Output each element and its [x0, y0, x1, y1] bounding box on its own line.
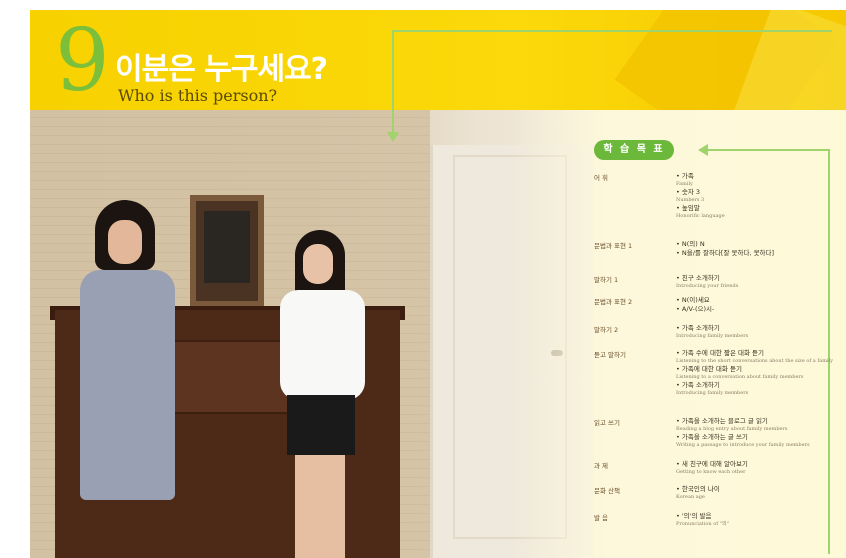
goal-row: 문법과 표현 2 • N(이)세요 • A/V-(으)시- — [594, 296, 839, 314]
goal-item-korean: • N(이)세요 — [676, 296, 710, 304]
goal-items: • 가족 소개하기 Introducing family members — [676, 324, 839, 340]
goal-row: 어 휘 • 가족 Family • 숫자 3 Numbers 3 • 높임말 Honorif… — [594, 172, 839, 220]
goal-category: 말하기 2 — [594, 326, 619, 334]
goal-item-korean: • 새 친구에 대해 알아보기 — [676, 460, 748, 468]
goal-category: 문법과 표현 1 — [594, 242, 633, 250]
chapter-title-korean: 이분은 누구세요? — [115, 52, 328, 87]
arrow-down-icon — [387, 132, 399, 142]
photo-shorts — [287, 395, 355, 455]
page-top-margin — [0, 0, 846, 10]
photo-dress — [80, 270, 175, 500]
photo-portrait-image — [204, 211, 250, 283]
goal-item-korean: • 가족에 대한 대화 듣기 — [676, 365, 742, 373]
page-left-margin — [0, 0, 30, 558]
goal-item-korean: • A/V-(으)시- — [676, 305, 715, 313]
goal-items: • 새 친구에 대해 알아보기 Getting to know each othe… — [676, 460, 839, 476]
photo-face — [303, 244, 333, 284]
goal-row: 듣고 말하기 • 가족 수에 대한 짧은 대화 듣기 Listening to th… — [594, 349, 839, 397]
goal-item-korean: • 가족 — [676, 172, 694, 180]
goal-item-english: Writing a passage to introduce your fami… — [676, 442, 810, 448]
goal-item-english: Pronunciation of "의" — [676, 521, 729, 527]
goal-item-english: Introducing family members — [676, 390, 749, 396]
goal-item-english: Getting to know each other — [676, 469, 746, 475]
goal-item-english: Family — [676, 181, 693, 187]
goal-category: 어 휘 — [594, 174, 609, 182]
photo-woman-right — [265, 230, 375, 558]
goal-item-korean: • 가족 소개하기 — [676, 324, 720, 332]
goal-items: • 가족 Family • 숫자 3 Numbers 3 • 높임말 Honorific … — [676, 172, 839, 220]
arrow-line — [392, 30, 394, 134]
goal-items: • '의'의 발음 Pronunciation of "의" — [676, 512, 839, 528]
goal-items: • 가족 수에 대한 짧은 대화 듣기 Listening to the shor… — [676, 349, 839, 397]
photo-family-portrait — [190, 195, 264, 307]
goal-row: 말하기 2 • 가족 소개하기 Introducing family members — [594, 324, 839, 340]
goal-category: 문화 산책 — [594, 487, 620, 495]
goal-category: 말하기 1 — [594, 276, 619, 284]
goal-category: 발 음 — [594, 514, 609, 522]
goal-item-english: Korean age — [676, 494, 705, 500]
goal-item-korean: • 가족 소개하기 — [676, 381, 720, 389]
textbook-page: 9 이분은 누구세요? Who is this person? 학 습 목 표 … — [0, 0, 846, 558]
goal-item-english: Numbers 3 — [676, 197, 705, 203]
goal-item-korean: • 한국인의 나이 — [676, 485, 720, 493]
goal-item-korean: • '의'의 발음 — [676, 512, 712, 520]
goal-item-korean: • 가족을 소개하는 블로그 글 읽기 — [676, 417, 768, 425]
goal-row: 읽고 쓰기 • 가족을 소개하는 블로그 글 읽기 Reading a blog e… — [594, 417, 839, 449]
arrow-line — [392, 30, 832, 32]
goal-row: 문법과 표현 1 • N(의) N • N을/를 잘하다[잘 못하다, 못하다] — [594, 240, 839, 258]
goal-category: 듣고 말하기 — [594, 351, 626, 359]
goal-row: 발 음 • '의'의 발음 Pronunciation of "의" — [594, 512, 839, 528]
arrow-left-icon — [698, 144, 708, 156]
goal-items: • 한국인의 나이 Korean age — [676, 485, 839, 501]
goal-row: 말하기 1 • 친구 소개하기 Introducing your friends — [594, 274, 839, 290]
chapter-title-english: Who is this person? — [118, 86, 278, 105]
goal-item-korean: • 숫자 3 — [676, 188, 701, 196]
goal-item-korean: • N을/를 잘하다[잘 못하다, 못하다] — [676, 249, 775, 257]
goal-item-english: Listening to the short conversations abo… — [676, 358, 833, 364]
goal-item-korean: • N(의) N — [676, 240, 705, 248]
goal-item-english: Introducing family members — [676, 333, 749, 339]
goal-items: • 친구 소개하기 Introducing your friends — [676, 274, 839, 290]
goal-row: 과 제 • 새 친구에 대해 알아보기 Getting to know each o… — [594, 460, 839, 476]
goal-item-english: Introducing your friends — [676, 283, 739, 289]
goal-item-korean: • 가족 수에 대한 짧은 대화 듣기 — [676, 349, 764, 357]
chapter-number: 9 — [55, 11, 110, 111]
photo-face — [108, 220, 142, 264]
goal-category: 과 제 — [594, 462, 609, 470]
goal-item-english: Honorific language — [676, 213, 725, 219]
goal-row: 문화 산책 • 한국인의 나이 Korean age — [594, 485, 839, 501]
photo-woman-left — [70, 200, 180, 558]
goal-item-english: Reading a blog entry about family member… — [676, 426, 788, 432]
goal-category: 읽고 쓰기 — [594, 419, 620, 427]
learning-goals-label: 학 습 목 표 — [594, 140, 674, 160]
goal-items: • N(이)세요 • A/V-(으)시- — [676, 296, 839, 314]
goal-category: 문법과 표현 2 — [594, 298, 633, 306]
photo-blouse — [280, 290, 365, 400]
goal-items: • 가족을 소개하는 블로그 글 읽기 Reading a blog entry … — [676, 417, 839, 449]
goal-item-korean: • 높임말 — [676, 204, 700, 212]
goal-items: • N(의) N • N을/를 잘하다[잘 못하다, 못하다] — [676, 240, 839, 258]
goal-item-korean: • 가족을 소개하는 글 쓰기 — [676, 433, 748, 441]
goal-item-korean: • 친구 소개하기 — [676, 274, 720, 282]
arrow-line — [708, 149, 830, 151]
photo-legs — [295, 455, 345, 558]
goal-item-english: Listening to a conversation about family… — [676, 374, 804, 380]
